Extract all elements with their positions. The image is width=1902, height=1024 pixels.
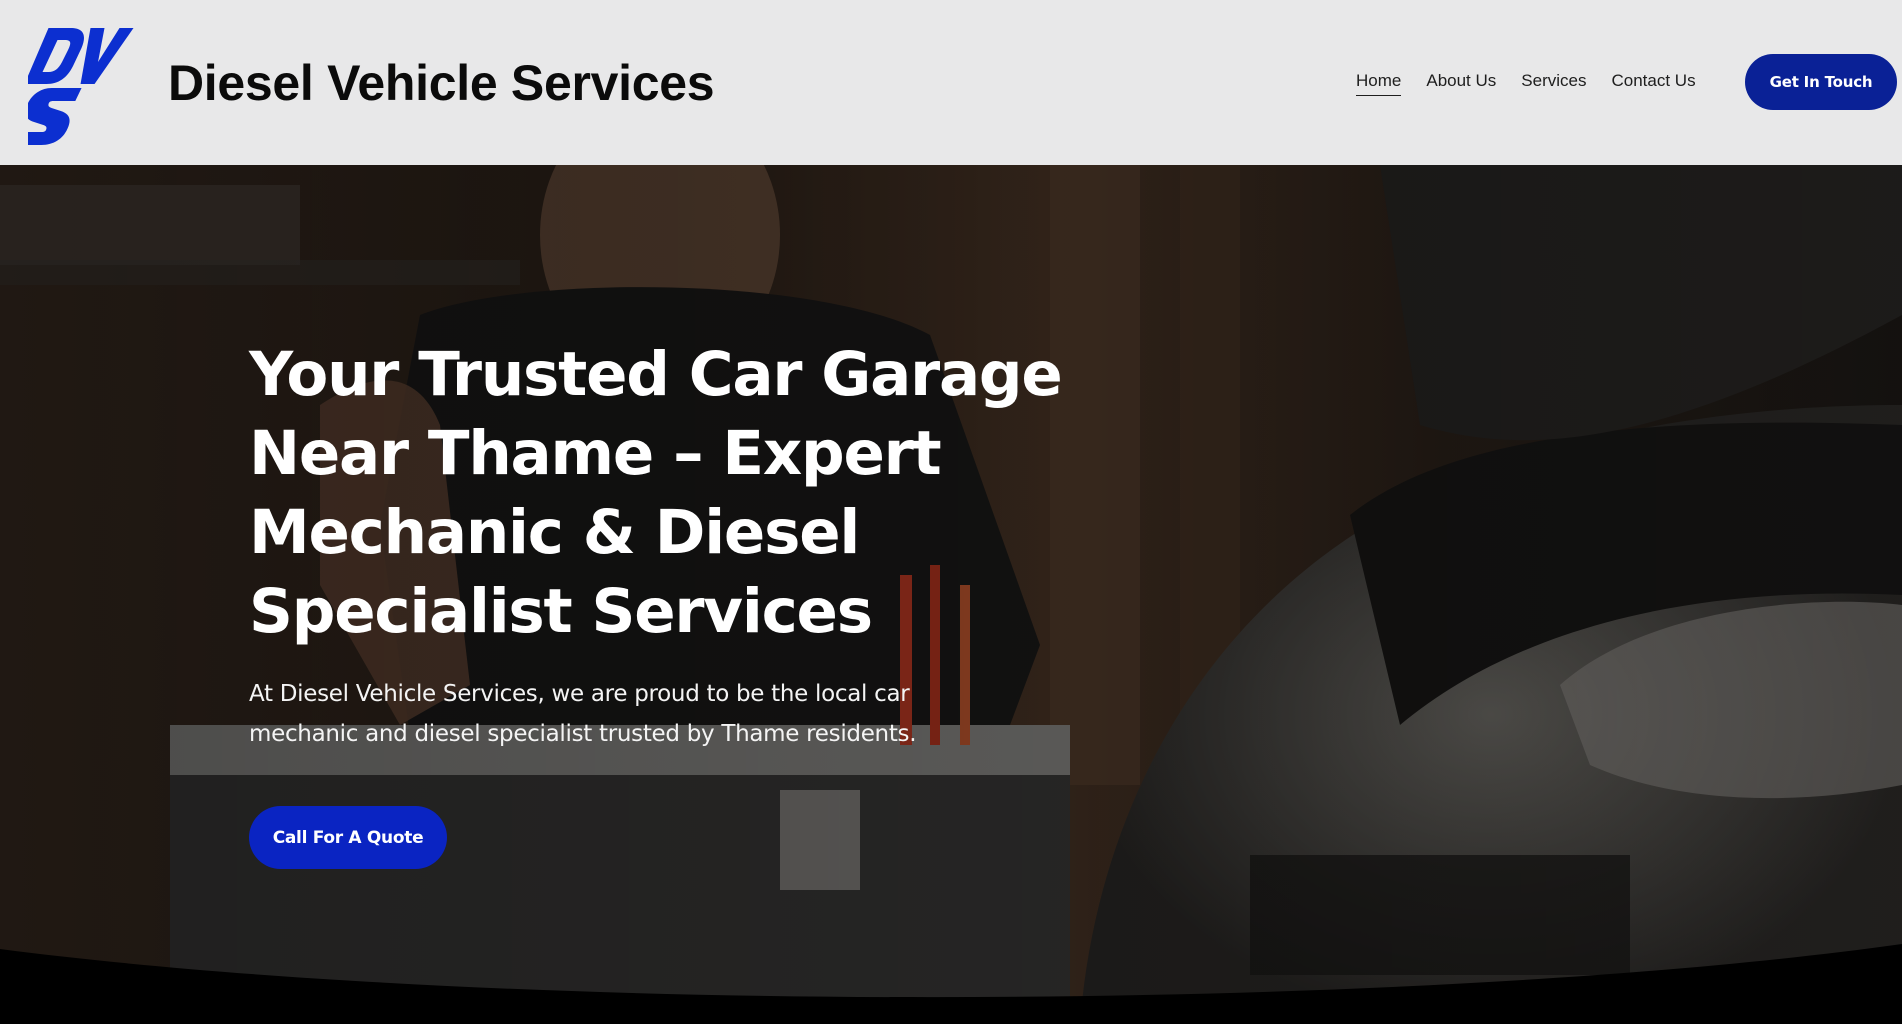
hero-title: Your Trusted Car Garage Near Thame – Exp…	[249, 335, 1109, 651]
hero-title-line: Your Trusted Car Garage	[249, 339, 1063, 410]
main-nav: Home About Us Services Contact Us	[1356, 70, 1721, 96]
nav-home-link[interactable]: Home	[1356, 70, 1402, 96]
site-header: Diesel Vehicle Services Home About Us Se…	[0, 0, 1902, 165]
hero-title-line: Specialist Services	[249, 576, 873, 647]
call-for-quote-button[interactable]: Call For A Quote	[249, 806, 447, 869]
nav-services-link[interactable]: Services	[1521, 70, 1586, 96]
hero-section: Your Trusted Car Garage Near Thame – Exp…	[0, 165, 1902, 1024]
dvs-logo-icon[interactable]	[28, 22, 138, 146]
hero-title-line: Near Thame – Expert	[249, 418, 942, 489]
page: Diesel Vehicle Services Home About Us Se…	[0, 0, 1902, 1024]
hero-title-line: Mechanic & Diesel	[249, 497, 860, 568]
nav-about-link[interactable]: About Us	[1426, 70, 1496, 96]
get-in-touch-button[interactable]: Get In Touch	[1745, 54, 1897, 110]
hero-content: Your Trusted Car Garage Near Thame – Exp…	[249, 335, 1109, 869]
nav-contact-link[interactable]: Contact Us	[1611, 70, 1695, 96]
brand-name[interactable]: Diesel Vehicle Services	[168, 54, 715, 112]
hero-subtitle: At Diesel Vehicle Services, we are proud…	[249, 681, 917, 747]
hero-bottom-curve	[0, 944, 1902, 1024]
